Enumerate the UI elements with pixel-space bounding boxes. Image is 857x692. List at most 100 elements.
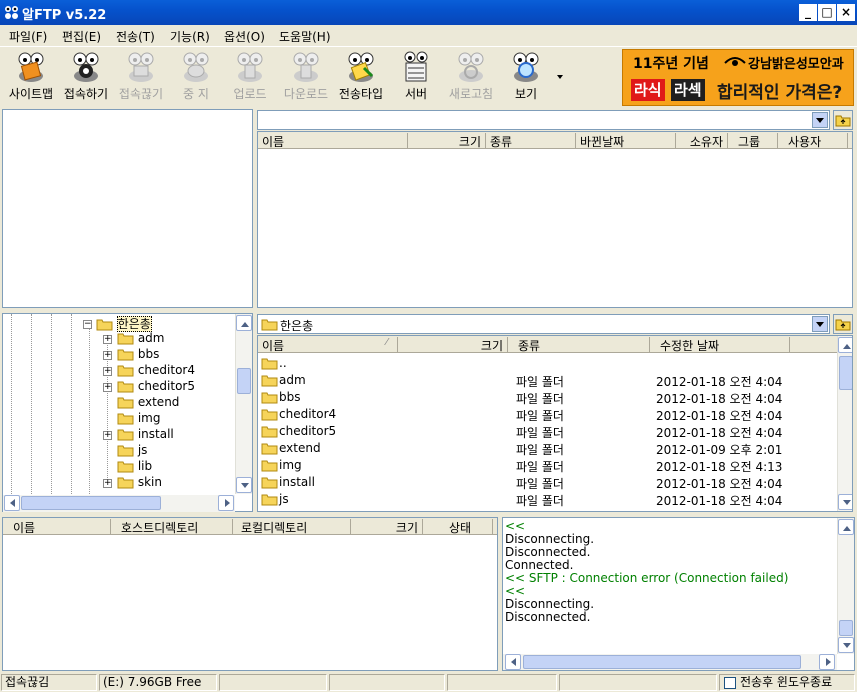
- local-tree-panel[interactable]: − 한은총 + adm + bbs + cheditor4 + cheditor5 e…: [2, 313, 253, 512]
- col-local-dir[interactable]: 로컬디렉토리: [233, 519, 351, 535]
- col-host-dir[interactable]: 호스트디렉토리: [111, 519, 233, 535]
- tree-item[interactable]: img: [101, 411, 160, 428]
- col-modified[interactable]: 바뀐날짜: [576, 133, 676, 149]
- menu-function[interactable]: 기능(R): [170, 28, 210, 45]
- refresh-button[interactable]: 새로고침: [444, 50, 498, 106]
- close-button[interactable]: ×: [837, 4, 855, 21]
- local-up-folder-button[interactable]: [833, 314, 853, 334]
- tree-item[interactable]: + bbs: [101, 347, 159, 364]
- transfer-queue[interactable]: 이름 호스트디렉토리 로컬디렉토리 크기 상태: [2, 517, 498, 671]
- tree-item[interactable]: + skin: [101, 475, 162, 492]
- remote-path-dropdown-button[interactable]: [812, 112, 828, 128]
- log-vscroll[interactable]: [837, 518, 854, 654]
- col-type[interactable]: 종류: [508, 337, 650, 353]
- scroll-left-button[interactable]: [505, 654, 521, 670]
- expand-icon[interactable]: +: [103, 479, 112, 488]
- expand-icon[interactable]: +: [103, 351, 112, 360]
- tree-item[interactable]: lib: [101, 459, 152, 476]
- remote-up-folder-button[interactable]: [833, 110, 853, 130]
- tree-item[interactable]: + install: [101, 427, 174, 444]
- minimize-button[interactable]: _: [799, 4, 817, 21]
- tree-vscroll[interactable]: [235, 314, 252, 494]
- table-row[interactable]: adm 파일 폴더 2012-01-18 오전 4:04: [258, 372, 836, 389]
- col-size[interactable]: 크기: [351, 519, 423, 535]
- remote-path-combo[interactable]: [257, 110, 830, 130]
- tree-item[interactable]: + cheditor4: [101, 363, 195, 380]
- view-dropdown-arrow-icon[interactable]: [556, 74, 564, 80]
- menu-options[interactable]: 옵션(O): [224, 28, 265, 45]
- scroll-left-button[interactable]: [4, 495, 20, 511]
- transfer-type-button[interactable]: 전송타입: [336, 50, 386, 106]
- connect-button[interactable]: 접속하기: [61, 50, 111, 106]
- col-user[interactable]: 사용자: [778, 133, 848, 149]
- table-row[interactable]: bbs 파일 폴더 2012-01-18 오전 4:04: [258, 389, 836, 406]
- hscroll-thumb[interactable]: [523, 655, 801, 669]
- col-group[interactable]: 그룹: [728, 133, 778, 149]
- scroll-up-button[interactable]: [838, 337, 852, 353]
- tree-item[interactable]: + adm: [101, 331, 165, 348]
- tree-hscroll[interactable]: [3, 495, 235, 512]
- ad-banner[interactable]: 11주년 기념 강남밝은성모안과 라식 라섹 합리적인 가격은?: [622, 49, 854, 106]
- tree-item[interactable]: + cheditor5: [101, 379, 195, 396]
- scroll-right-button[interactable]: [819, 654, 835, 670]
- log-hscroll[interactable]: [503, 654, 837, 670]
- table-row[interactable]: js 파일 폴더 2012-01-18 오전 4:04: [258, 491, 836, 508]
- log-panel[interactable]: << Disconnecting. Disconnected. Connected. <…: [502, 517, 855, 671]
- scroll-thumb[interactable]: [839, 620, 853, 636]
- file-name: img: [279, 458, 302, 472]
- scroll-thumb[interactable]: [839, 356, 852, 390]
- view-button[interactable]: 보기: [507, 50, 545, 106]
- server-button[interactable]: 서버: [396, 50, 436, 106]
- scroll-thumb[interactable]: [237, 368, 251, 394]
- menu-edit[interactable]: 편집(E): [62, 28, 101, 45]
- table-row[interactable]: extend 파일 폴더 2012-01-09 오후 2:01: [258, 440, 836, 457]
- scroll-down-button[interactable]: [838, 494, 852, 510]
- maximize-button[interactable]: □: [818, 4, 836, 21]
- col-name[interactable]: 이름: [3, 519, 111, 535]
- stop-button[interactable]: 중 지: [172, 50, 220, 106]
- close-after-transfer-option[interactable]: 전송후 윈도우종료: [719, 674, 855, 691]
- scroll-up-button[interactable]: [236, 315, 252, 331]
- table-row[interactable]: cheditor5 파일 폴더 2012-01-18 오전 4:04: [258, 423, 836, 440]
- col-name[interactable]: 이름: [258, 133, 408, 149]
- expand-icon[interactable]: +: [103, 431, 112, 440]
- tree-item[interactable]: extend: [101, 395, 179, 412]
- table-row[interactable]: ..: [258, 355, 836, 372]
- scroll-down-button[interactable]: [236, 477, 252, 493]
- hscroll-thumb[interactable]: [21, 496, 161, 510]
- local-file-list[interactable]: 이름 ⁄ 크기 종류 수정한 날짜 .. adm 파일 폴더 2012-01-18 오…: [257, 335, 853, 512]
- table-row[interactable]: install 파일 폴더 2012-01-18 오전 4:04: [258, 474, 836, 491]
- sitemap-button[interactable]: 사이트맵: [5, 50, 57, 106]
- remote-tree-panel[interactable]: [2, 109, 253, 308]
- col-size[interactable]: 크기: [408, 133, 486, 149]
- local-path-combo[interactable]: 한은총: [257, 314, 830, 334]
- col-owner[interactable]: 소유자: [676, 133, 728, 149]
- close-after-checkbox[interactable]: [724, 676, 736, 689]
- scroll-right-button[interactable]: [218, 495, 234, 511]
- scroll-down-button[interactable]: [838, 637, 854, 653]
- remote-file-list[interactable]: 이름 크기 종류 바뀐날짜 소유자 그룹 사용자: [257, 131, 853, 308]
- tree-root[interactable]: − 한은총: [83, 315, 152, 332]
- table-row[interactable]: cheditor4 파일 폴더 2012-01-18 오전 4:04: [258, 406, 836, 423]
- collapse-icon[interactable]: −: [83, 320, 92, 329]
- col-modified[interactable]: 수정한 날짜: [650, 337, 790, 353]
- table-row[interactable]: img 파일 폴더 2012-01-18 오전 4:13: [258, 457, 836, 474]
- local-vscroll[interactable]: [837, 336, 852, 511]
- col-size[interactable]: 크기: [398, 337, 508, 353]
- menu-file[interactable]: 파일(F): [9, 28, 47, 45]
- menu-help[interactable]: 도움말(H): [279, 28, 331, 45]
- scroll-up-button[interactable]: [838, 519, 854, 535]
- local-path-dropdown-button[interactable]: [812, 316, 828, 332]
- menu-transfer[interactable]: 전송(T): [116, 28, 155, 45]
- expand-icon[interactable]: +: [103, 367, 112, 376]
- expand-icon[interactable]: +: [103, 383, 112, 392]
- upload-button[interactable]: 업로드: [226, 50, 274, 106]
- expand-icon[interactable]: +: [103, 335, 112, 344]
- col-type[interactable]: 종류: [486, 133, 576, 149]
- col-name[interactable]: 이름: [258, 337, 398, 353]
- disconnect-button[interactable]: 접속끊기: [114, 50, 168, 106]
- download-button[interactable]: 다운로드: [279, 50, 333, 106]
- tree-item-label: adm: [137, 331, 165, 345]
- tree-item[interactable]: js: [101, 443, 147, 460]
- col-status[interactable]: 상태: [423, 519, 493, 535]
